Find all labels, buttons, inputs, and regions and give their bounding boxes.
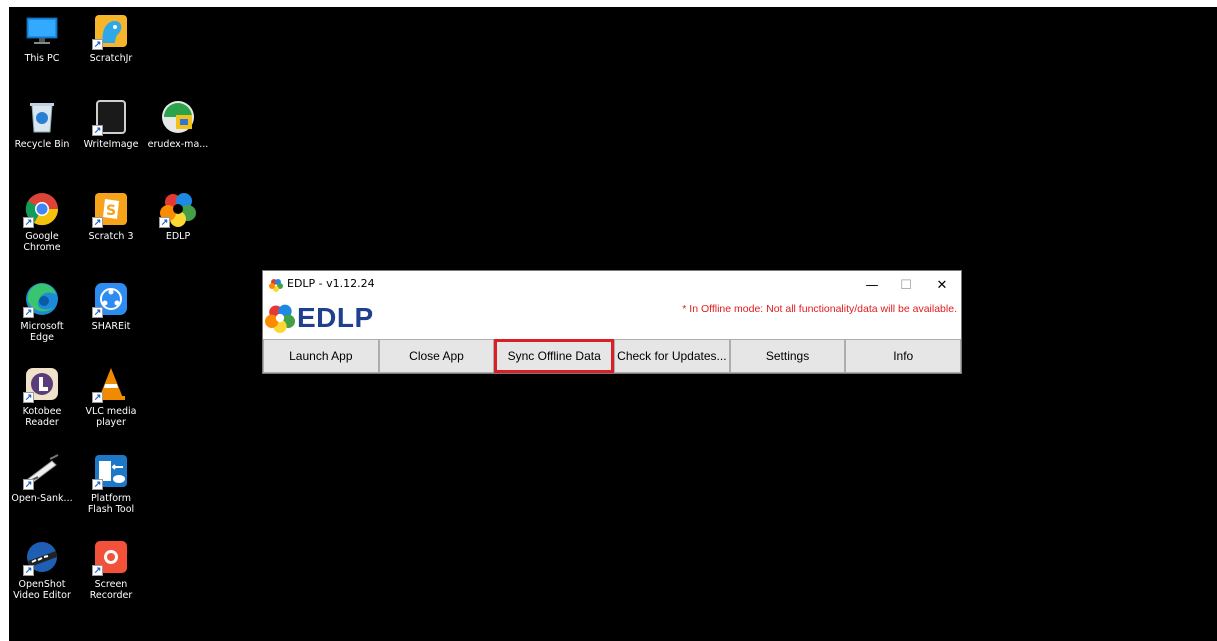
check-for-updates-button[interactable]: Check for Updates...: [614, 339, 730, 373]
close-app-button[interactable]: Close App: [378, 339, 495, 373]
launch-app-button[interactable]: Launch App: [263, 339, 379, 373]
desktop-icon-vlc[interactable]: ↗ VLC media player: [78, 360, 144, 428]
info-button[interactable]: Info: [845, 339, 962, 373]
shortcut-arrow-icon: ↗: [92, 217, 103, 228]
desktop-icon-platform-flash-tool[interactable]: ↗ Platform Flash Tool: [78, 447, 144, 515]
icon-label: OpenShot Video Editor: [13, 579, 71, 601]
edlp-logo: EDLP: [265, 301, 374, 335]
desktop-icon-google-chrome[interactable]: ↗ Google Chrome: [9, 185, 75, 253]
logo-row: EDLP * In Offline mode: Not all function…: [263, 299, 961, 339]
desktop-icon-scratch-3[interactable]: S ↗ Scratch 3: [78, 185, 144, 242]
writeimage-icon: ↗: [92, 99, 129, 136]
edlp-app-icon: [269, 278, 283, 292]
icon-label: Platform Flash Tool: [87, 493, 135, 515]
icon-label: VLC media player: [85, 406, 137, 428]
icon-label: EDLP: [165, 231, 191, 242]
shortcut-arrow-icon: ↗: [92, 479, 103, 490]
desktop-icon-recycle-bin[interactable]: Recycle Bin: [9, 93, 75, 150]
icon-label: Open-Sank...: [11, 493, 73, 504]
shortcut-arrow-icon: ↗: [92, 125, 103, 136]
desktop-icon-scratchjr[interactable]: ↗ ScratchJr: [78, 7, 144, 64]
erudex-icon: [160, 99, 196, 135]
edlp-logo-icon: [265, 304, 295, 333]
shortcut-arrow-icon: ↗: [23, 565, 34, 576]
scratchjr-icon: ↗: [92, 13, 129, 50]
edge-icon: ↗: [23, 281, 60, 318]
desktop-icon-kotobee-reader[interactable]: ↗ Kotobee Reader: [9, 360, 75, 428]
icon-label: Kotobee Reader: [22, 406, 62, 428]
offline-mode-notice: * In Offline mode: Not all functionality…: [682, 303, 957, 315]
close-button[interactable]: ✕: [925, 271, 959, 299]
window-title: EDLP - v1.12.24: [287, 277, 375, 290]
edlp-icon: ↗: [159, 191, 196, 228]
sync-offline-data-button[interactable]: Sync Offline Data: [494, 339, 615, 373]
settings-button[interactable]: Settings: [729, 339, 846, 373]
screen-recorder-icon: ↗: [92, 539, 129, 576]
shortcut-arrow-icon: ↗: [159, 217, 170, 228]
platform-flash-tool-icon: ↗: [92, 453, 129, 490]
svg-text:S: S: [106, 203, 116, 219]
desktop-icon-microsoft-edge[interactable]: ↗ Microsoft Edge: [9, 275, 75, 343]
desktop-icon-shareit[interactable]: ↗ SHAREit: [78, 275, 144, 332]
shareit-icon: ↗: [92, 281, 129, 318]
shortcut-arrow-icon: ↗: [23, 392, 34, 403]
kotobee-icon: ↗: [23, 366, 60, 403]
icon-label: Microsoft Edge: [20, 321, 64, 343]
icon-label: SHAREit: [91, 321, 131, 332]
shortcut-arrow-icon: ↗: [23, 217, 34, 228]
opensankore-icon: ↗: [23, 453, 60, 490]
edlp-window: EDLP - v1.12.24 — ☐ ✕ EDLP * In Offline …: [262, 270, 962, 374]
shortcut-arrow-icon: ↗: [92, 39, 103, 50]
recycle-bin-icon: [24, 99, 60, 135]
computer-monitor-icon: [24, 13, 60, 49]
logo-text: EDLP: [297, 302, 374, 333]
icon-label: Screen Recorder: [89, 579, 133, 601]
desktop-icon-erudex[interactable]: erudex-ma...: [145, 93, 211, 150]
scratch3-icon: S ↗: [92, 191, 129, 228]
desktop-icon-screen-recorder[interactable]: ↗ Screen Recorder: [78, 533, 144, 601]
icon-label: Google Chrome: [23, 231, 61, 253]
title-bar[interactable]: EDLP - v1.12.24 — ☐ ✕: [263, 271, 961, 299]
shortcut-arrow-icon: ↗: [23, 479, 34, 490]
icon-label: Scratch 3: [88, 231, 134, 242]
chrome-icon: ↗: [23, 191, 60, 228]
shortcut-arrow-icon: ↗: [92, 307, 103, 318]
desktop-icon-openshot[interactable]: ↗ OpenShot Video Editor: [9, 533, 75, 601]
minimize-button[interactable]: —: [855, 271, 889, 299]
icon-label: This PC: [24, 53, 60, 64]
icon-label: erudex-ma...: [147, 139, 209, 150]
button-row: Launch App Close App Sync Offline Data C…: [263, 339, 962, 373]
desktop-icon-writeimage[interactable]: ↗ WriteImage: [78, 93, 144, 150]
vlc-icon: ↗: [92, 366, 129, 403]
shortcut-arrow-icon: ↗: [92, 392, 103, 403]
desktop-icon-open-sankore[interactable]: ↗ Open-Sank...: [9, 447, 75, 504]
icon-label: Recycle Bin: [14, 139, 70, 150]
desktop-icon-edlp[interactable]: ↗ EDLP: [145, 185, 211, 242]
openshot-icon: ↗: [23, 539, 60, 576]
shortcut-arrow-icon: ↗: [92, 565, 103, 576]
desktop-icon-this-pc[interactable]: This PC: [9, 7, 75, 64]
maximize-button[interactable]: ☐: [889, 271, 923, 299]
icon-label: WriteImage: [83, 139, 139, 150]
shortcut-arrow-icon: ↗: [23, 307, 34, 318]
icon-label: ScratchJr: [89, 53, 133, 64]
